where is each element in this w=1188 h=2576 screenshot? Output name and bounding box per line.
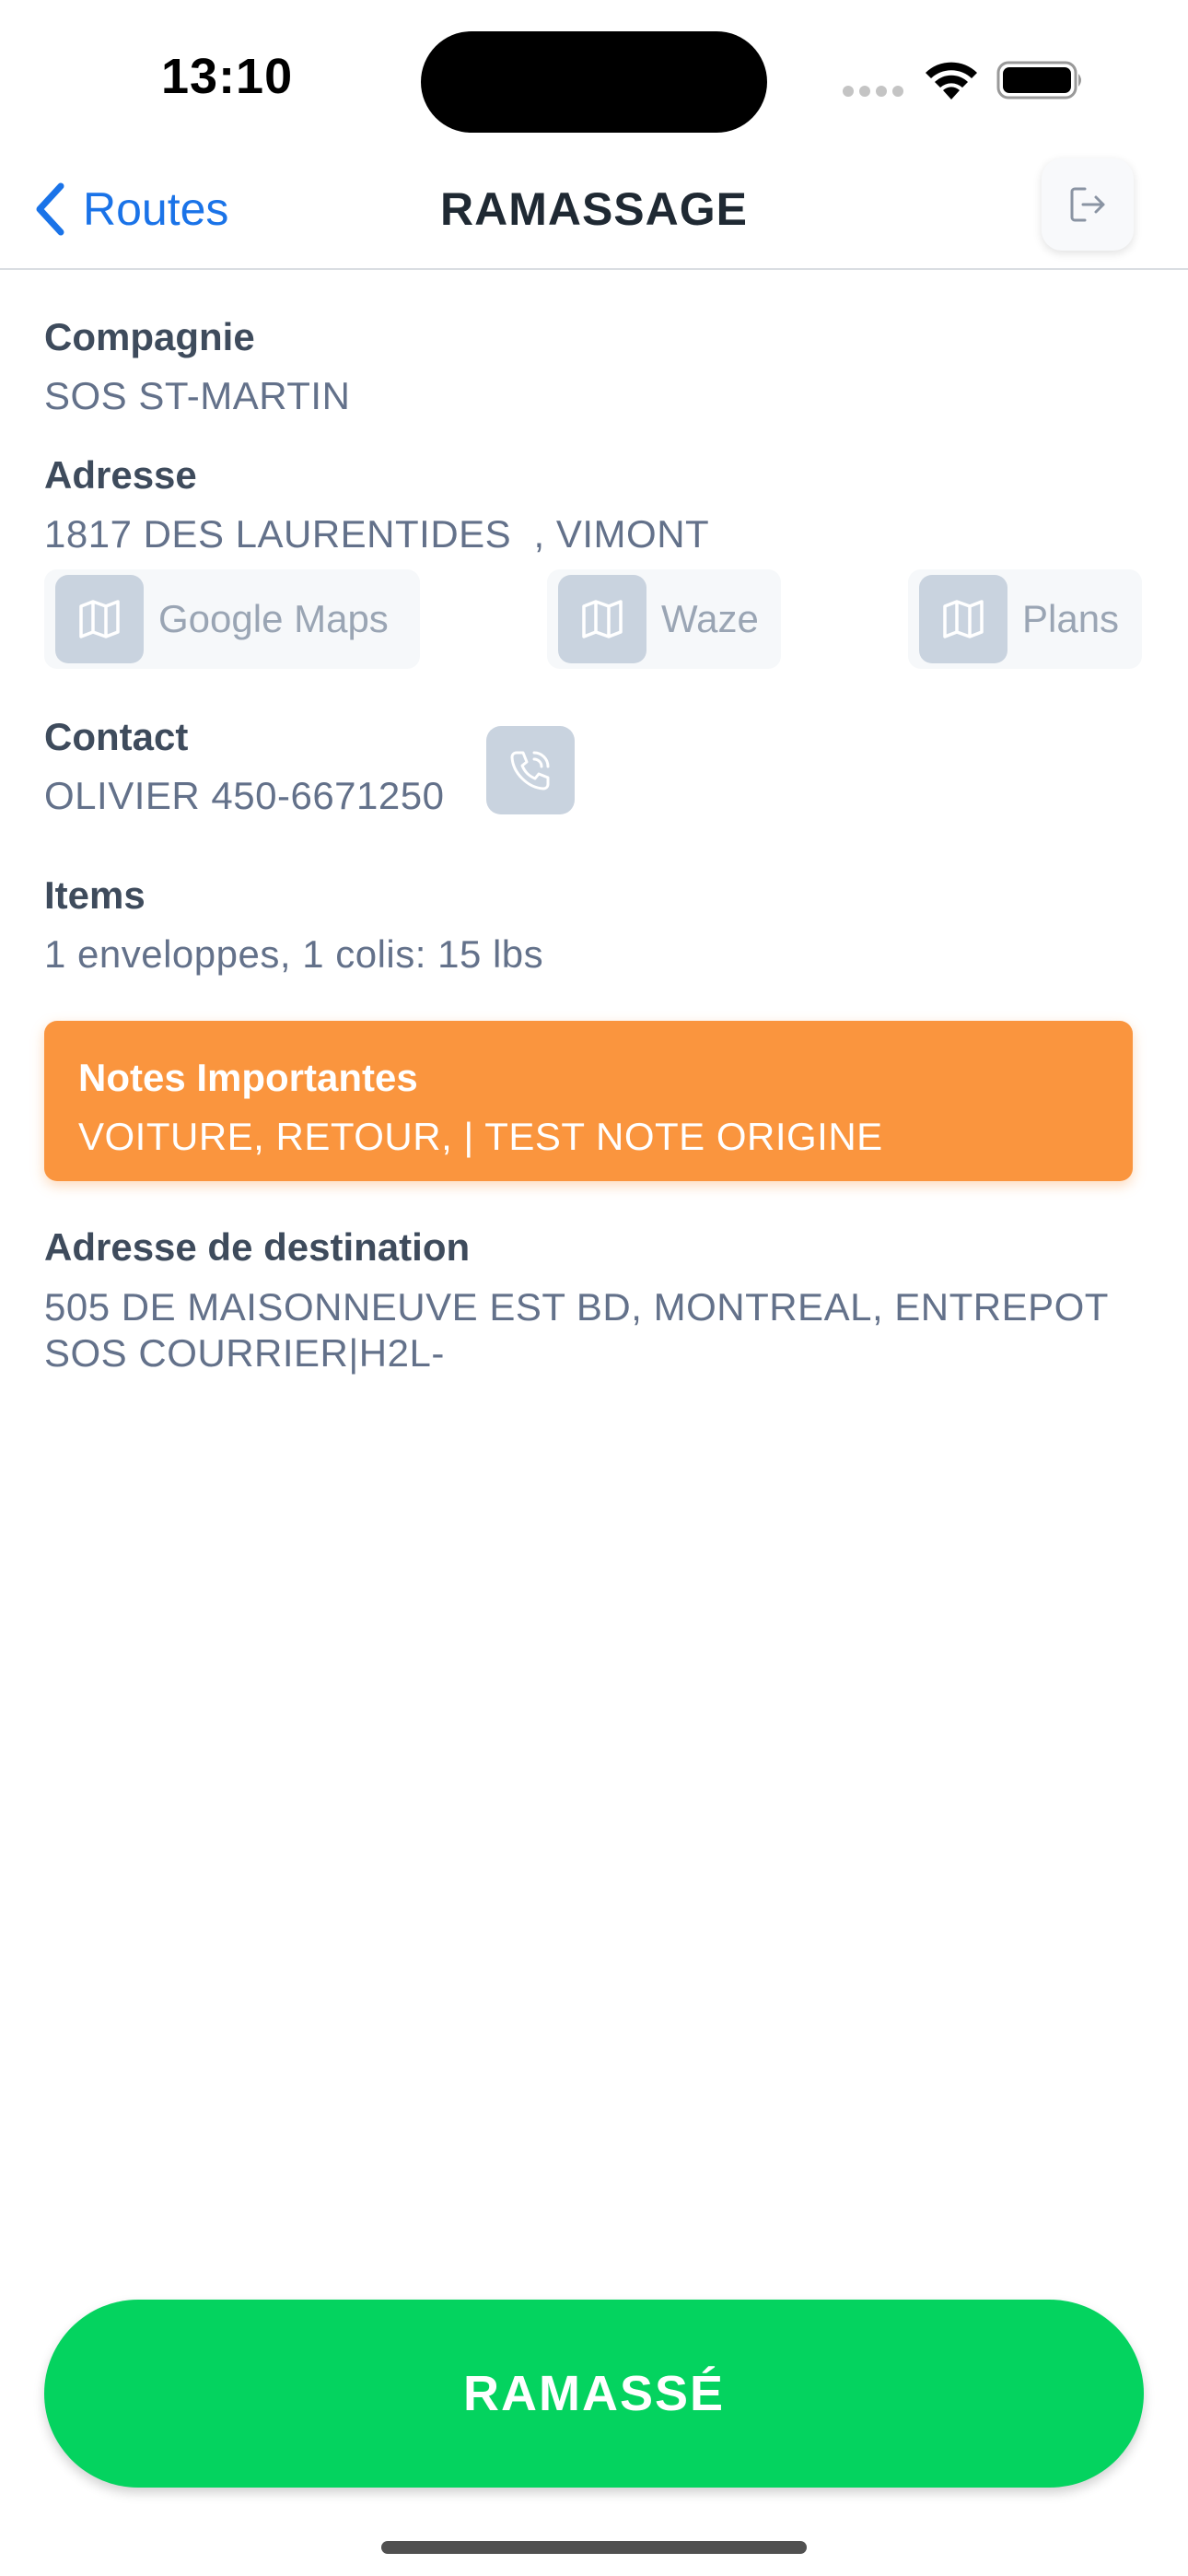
contact-value: OLIVIER 450-6671250 [44, 774, 445, 817]
google-maps-label: Google Maps [158, 597, 389, 640]
nav-divider [0, 268, 1188, 270]
picked-up-button[interactable]: RAMASSÉ [44, 2300, 1144, 2488]
destination-value-line-1: 505 DE MAISONNEUVE EST BD, MONTREAL, ENT… [44, 1285, 1109, 1329]
destination-label: Adresse de destination [44, 1225, 471, 1269]
waze-button[interactable]: Waze [547, 569, 781, 669]
plans-button[interactable]: Plans [908, 569, 1142, 669]
items-value: 1 enveloppes, 1 colis: 15 lbs [44, 932, 544, 976]
notes-title: Notes Importantes [78, 1056, 418, 1099]
destination-value: 505 DE MAISONNEUVE EST BD, MONTREAL, ENT… [44, 1284, 1149, 1376]
map-icon [55, 575, 144, 663]
logout-icon [1070, 187, 1105, 222]
plans-label: Plans [1022, 597, 1120, 640]
notes-text: VOITURE, RETOUR, | TEST NOTE ORIGINE [78, 1115, 883, 1158]
cellular-signal-icon [843, 86, 903, 97]
map-icon [558, 575, 646, 663]
map-icon [919, 575, 1007, 663]
screen: 13:10 Routes RAMASSAGE Compagnie SOS ST-… [0, 0, 1188, 2576]
important-notes-card: Notes Importantes VOITURE, RETOUR, | TES… [44, 1021, 1133, 1181]
destination-value-line-2: SOS COURRIER|H2L- [44, 1331, 445, 1375]
company-label: Compagnie [44, 315, 255, 358]
google-maps-button[interactable]: Google Maps [44, 569, 420, 669]
address-label: Adresse [44, 453, 197, 497]
logout-button[interactable] [1042, 158, 1134, 251]
page-title: RAMASSAGE [439, 183, 749, 235]
call-button[interactable] [486, 726, 575, 814]
company-value: SOS ST-MARTIN [44, 374, 351, 417]
status-time: 13:10 [161, 49, 294, 104]
home-indicator[interactable] [381, 2541, 807, 2554]
address-value: 1817 DES LAURENTIDES , VIMONT [44, 512, 710, 556]
battery-icon [996, 61, 1081, 100]
phone-icon [510, 751, 550, 790]
items-label: Items [44, 873, 146, 917]
contact-label: Contact [44, 715, 189, 758]
wifi-icon [926, 62, 977, 100]
waze-label: Waze [661, 597, 759, 640]
picked-up-button-label: RAMASSÉ [462, 2366, 726, 2421]
dynamic-island [421, 31, 767, 133]
